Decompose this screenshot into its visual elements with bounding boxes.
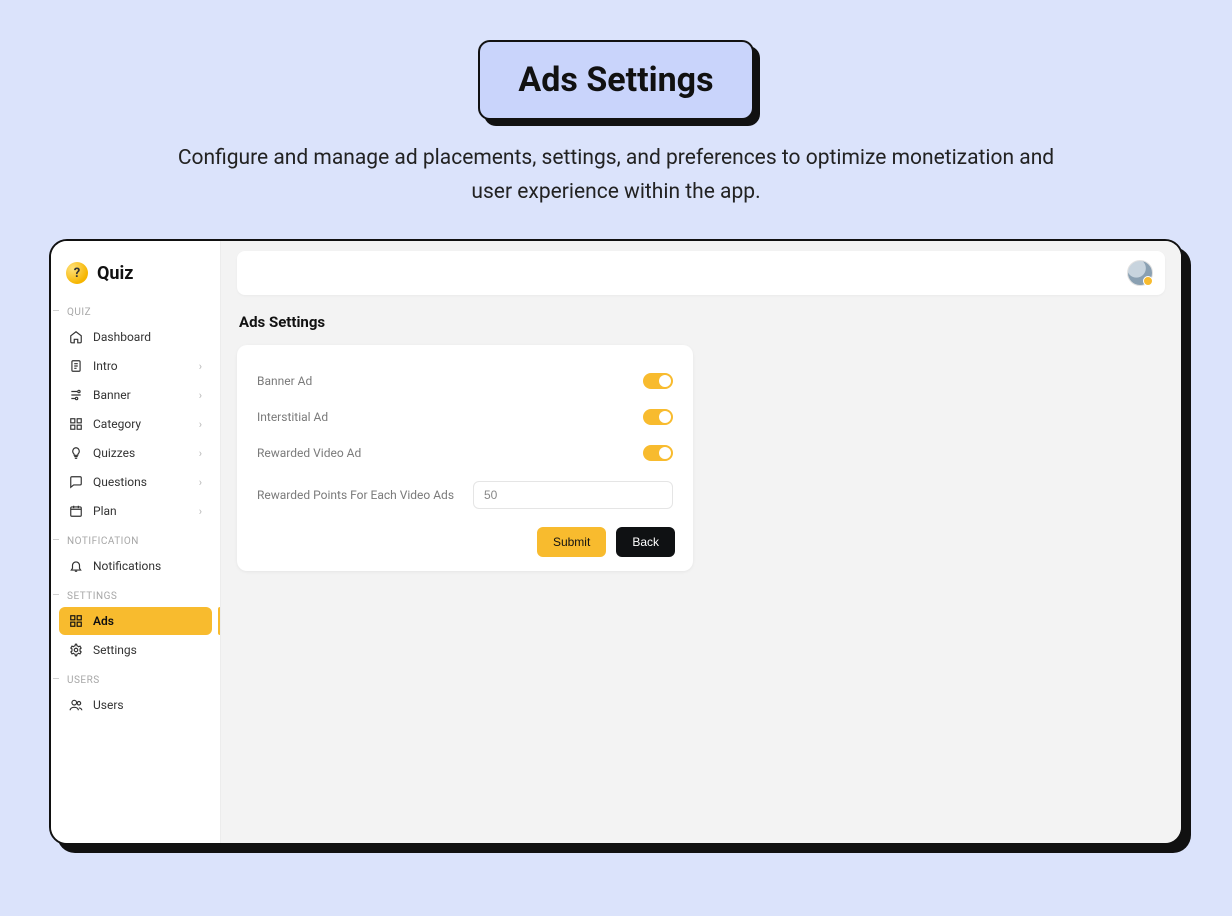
sidebar-section-quiz: QUIZ — [57, 297, 214, 322]
sidebar-item-settings[interactable]: Settings — [59, 636, 212, 664]
sidebar-item-label: Plan — [93, 504, 117, 518]
submit-button[interactable]: Submit — [537, 527, 606, 557]
ads-settings-card: Banner Ad Interstitial Ad Rewarded Video… — [237, 345, 693, 571]
chevron-right-icon: › — [199, 505, 202, 518]
grid-icon — [69, 417, 83, 431]
home-icon — [69, 330, 83, 344]
page-hero-title: Ads Settings — [478, 40, 753, 120]
sidebar-section-users: USERS — [57, 665, 214, 690]
users-icon — [69, 698, 83, 712]
toggle-interstitial[interactable] — [643, 409, 673, 425]
points-input[interactable] — [473, 481, 673, 509]
sidebar-item-dashboard[interactable]: Dashboard — [59, 323, 212, 351]
app-window: ? Quiz QUIZ Dashboard Intro › — [49, 239, 1183, 845]
sidebar-section-settings: SETTINGS — [57, 581, 214, 606]
calendar-icon — [69, 504, 83, 518]
gear-icon — [69, 643, 83, 657]
main-area: Ads Settings Banner Ad Interstitial Ad R… — [221, 241, 1181, 843]
brand-name: Quiz — [97, 263, 133, 284]
sidebar-item-label: Intro — [93, 359, 118, 373]
toggle-label: Banner Ad — [257, 374, 643, 388]
chevron-right-icon: › — [199, 447, 202, 460]
sidebar-item-label: Users — [93, 698, 124, 712]
sidebar-item-plan[interactable]: Plan › — [59, 497, 212, 525]
bell-icon — [69, 559, 83, 573]
sidebar-item-notifications[interactable]: Notifications — [59, 552, 212, 580]
points-row: Rewarded Points For Each Video Ads — [255, 471, 675, 519]
sliders-icon — [69, 388, 83, 402]
avatar[interactable] — [1127, 260, 1153, 286]
doc-icon — [69, 359, 83, 373]
sidebar: ? Quiz QUIZ Dashboard Intro › — [51, 241, 221, 843]
points-label: Rewarded Points For Each Video Ads — [257, 488, 457, 502]
chevron-right-icon: › — [199, 360, 202, 373]
toggle-banner[interactable] — [643, 373, 673, 389]
sidebar-item-banner[interactable]: Banner › — [59, 381, 212, 409]
toggle-row-rewarded: Rewarded Video Ad — [255, 435, 675, 471]
sidebar-item-label: Notifications — [93, 559, 161, 573]
grid-icon — [69, 614, 83, 628]
chevron-right-icon: › — [199, 418, 202, 431]
toggle-label: Rewarded Video Ad — [257, 446, 643, 460]
sidebar-item-category[interactable]: Category › — [59, 410, 212, 438]
toggle-row-interstitial: Interstitial Ad — [255, 399, 675, 435]
sidebar-item-label: Quizzes — [93, 446, 135, 460]
sidebar-item-label: Banner — [93, 388, 131, 402]
toggle-row-banner: Banner Ad — [255, 363, 675, 399]
sidebar-item-label: Category — [93, 417, 141, 431]
sidebar-section-notification: NOTIFICATION — [57, 526, 214, 551]
sidebar-item-label: Settings — [93, 643, 137, 657]
toggle-label: Interstitial Ad — [257, 410, 643, 424]
sidebar-item-quizzes[interactable]: Quizzes › — [59, 439, 212, 467]
toggle-rewarded[interactable] — [643, 445, 673, 461]
sidebar-item-intro[interactable]: Intro › — [59, 352, 212, 380]
page-hero-subtitle: Configure and manage ad placements, sett… — [166, 142, 1066, 209]
sidebar-item-questions[interactable]: Questions › — [59, 468, 212, 496]
brand-icon: ? — [63, 259, 91, 287]
back-button[interactable]: Back — [616, 527, 675, 557]
bulb-icon — [69, 446, 83, 460]
sidebar-item-label: Questions — [93, 475, 147, 489]
chevron-right-icon: › — [199, 389, 202, 402]
sidebar-item-label: Ads — [93, 614, 114, 628]
sidebar-item-users[interactable]: Users — [59, 691, 212, 719]
chevron-right-icon: › — [199, 476, 202, 489]
sidebar-item-label: Dashboard — [93, 330, 151, 344]
brand: ? Quiz — [57, 253, 214, 297]
chat-icon — [69, 475, 83, 489]
topbar — [237, 251, 1165, 295]
lightbulb-icon: ? — [66, 262, 88, 284]
page-title: Ads Settings — [237, 295, 1165, 345]
sidebar-item-ads[interactable]: Ads — [59, 607, 212, 635]
